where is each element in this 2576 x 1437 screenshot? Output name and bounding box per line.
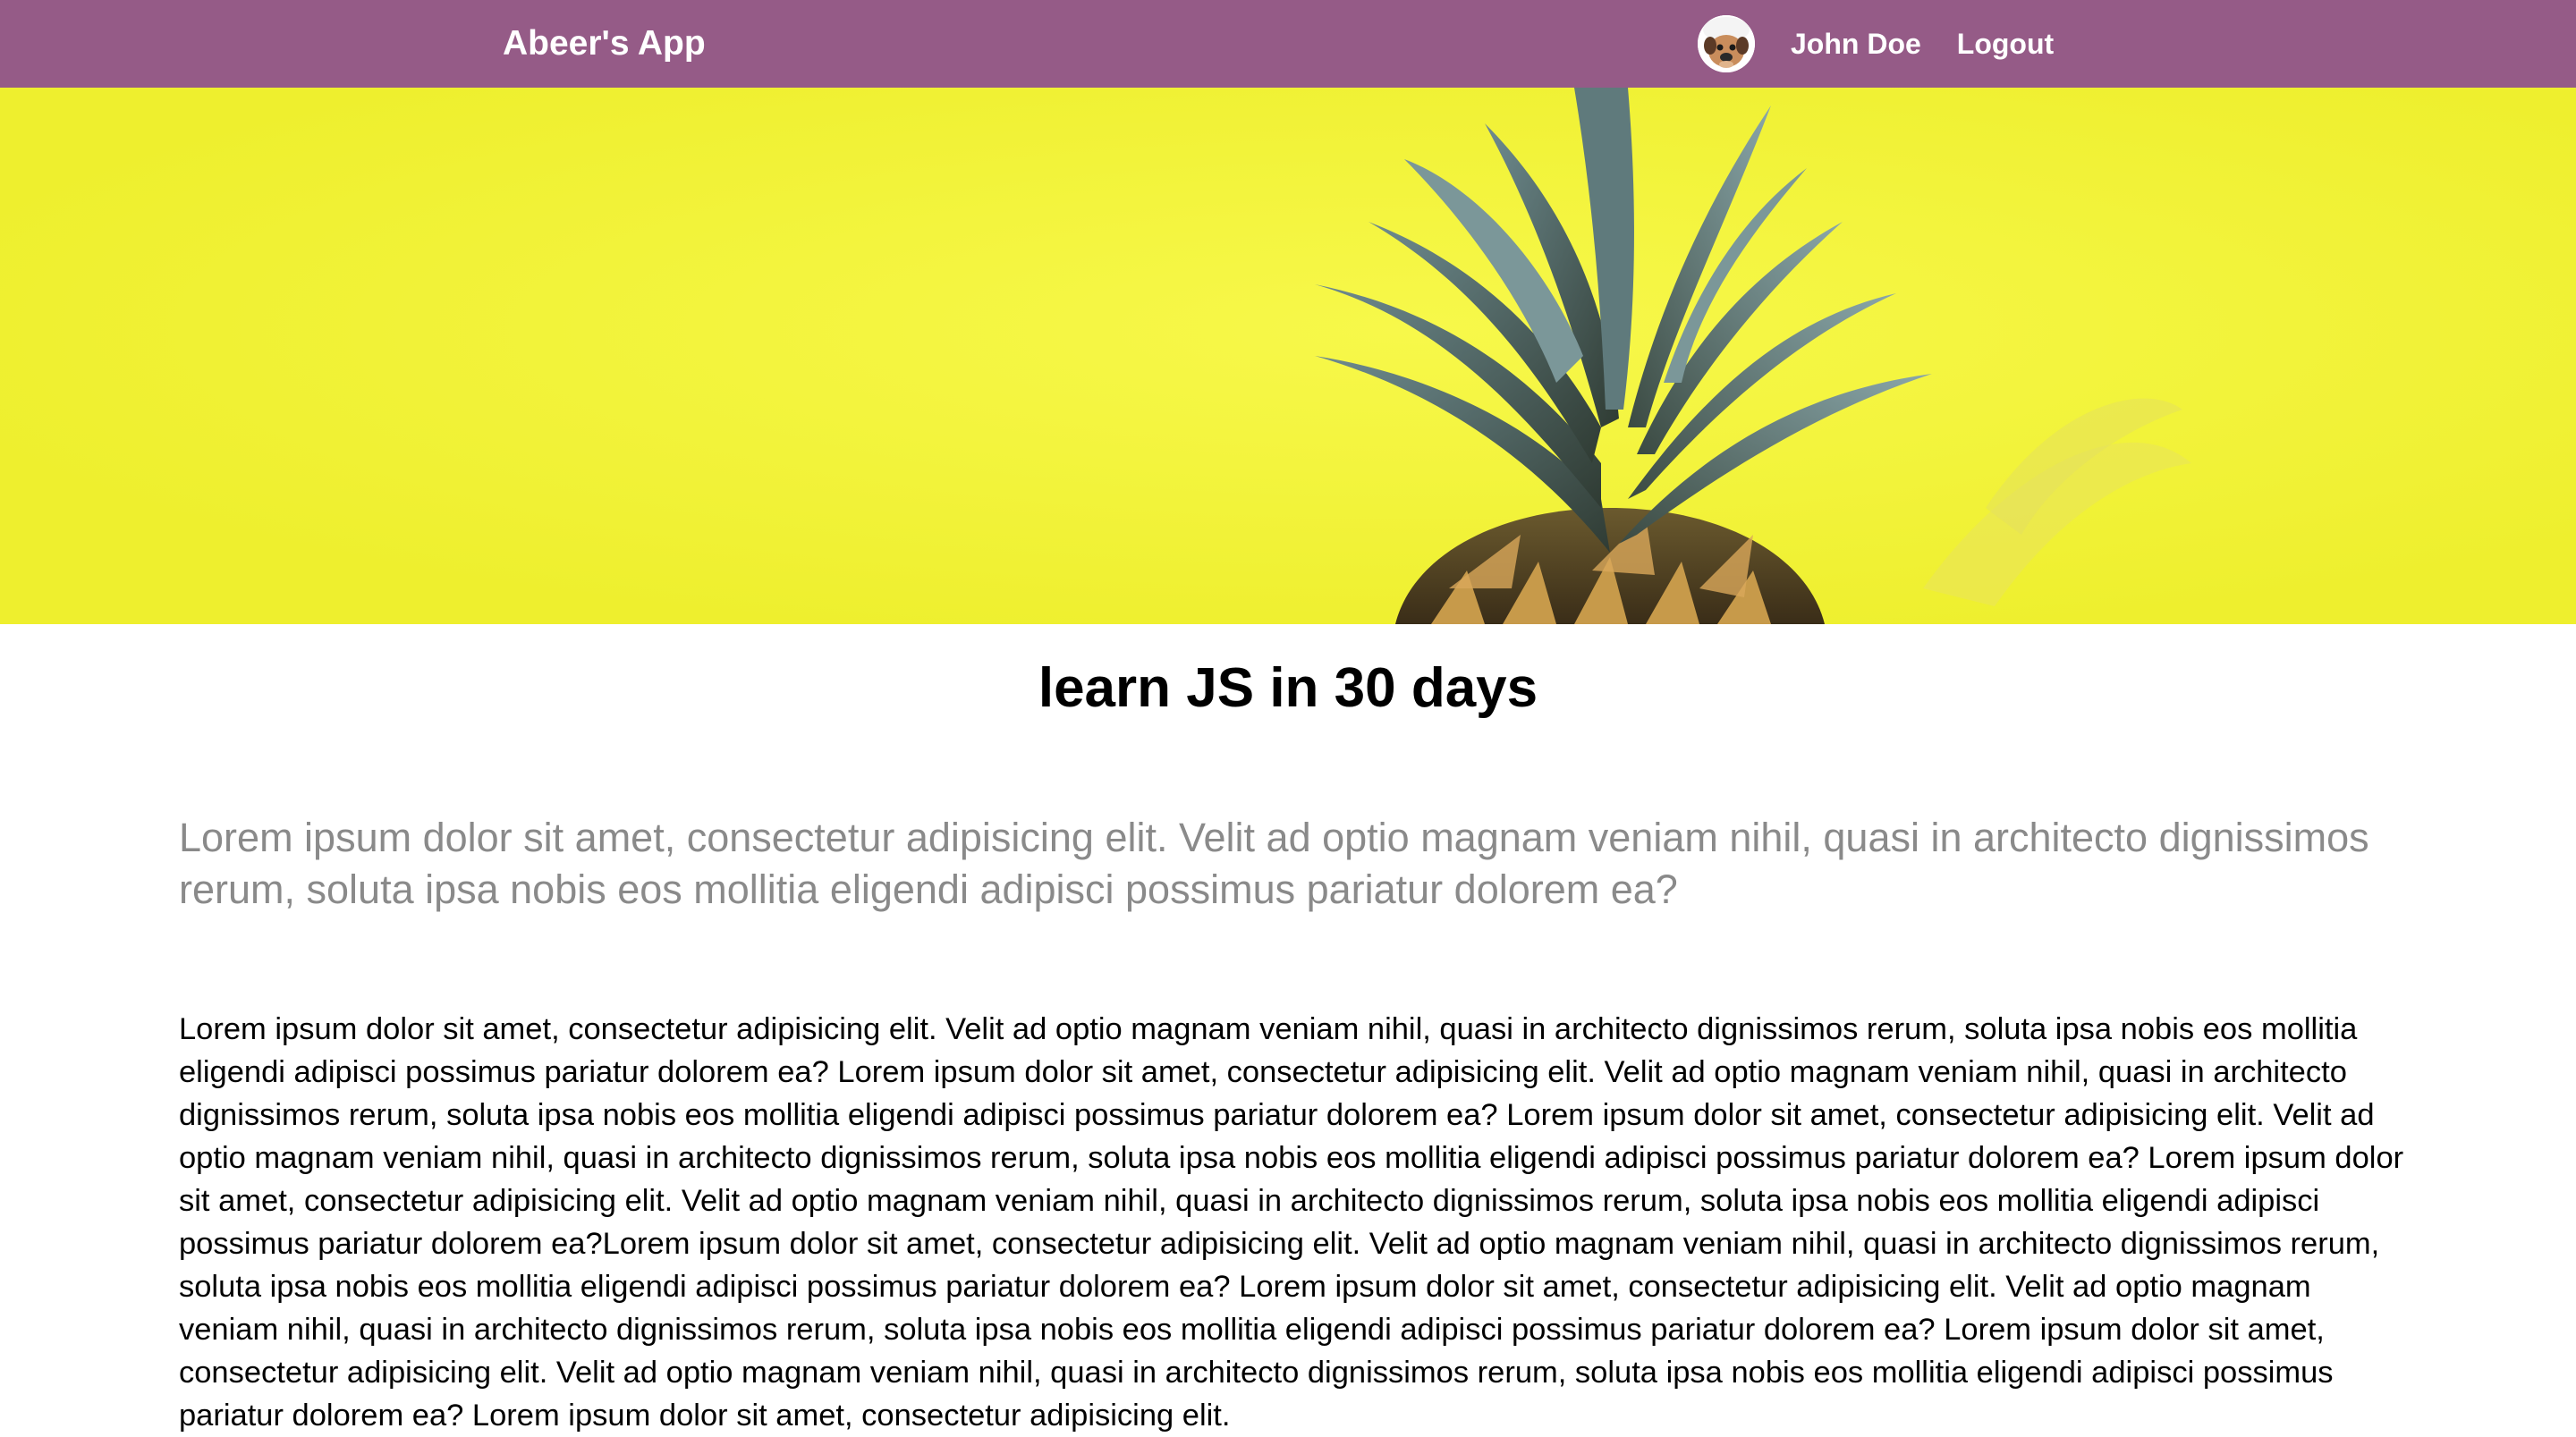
lead-paragraph: Lorem ipsum dolor sit amet, consectetur … xyxy=(179,815,2369,912)
dog-avatar-icon xyxy=(1698,15,1755,72)
logout-link[interactable]: Logout xyxy=(1957,26,2054,62)
brand-link[interactable]: Abeer's App xyxy=(503,21,706,66)
hero-banner xyxy=(0,88,2576,624)
top-navbar: Abeer's App John Doe Logout xyxy=(0,0,2576,88)
body-paragraph: Lorem ipsum dolor sit amet, consectetur … xyxy=(179,1012,2404,1433)
user-menu: John Doe Logout xyxy=(1698,13,2089,75)
pineapple-hero-image xyxy=(0,88,2576,624)
user-name-link[interactable]: John Doe xyxy=(1791,26,1921,62)
page-title: learn JS in 30 days xyxy=(1038,657,1538,719)
user-avatar[interactable] xyxy=(1698,15,1755,72)
